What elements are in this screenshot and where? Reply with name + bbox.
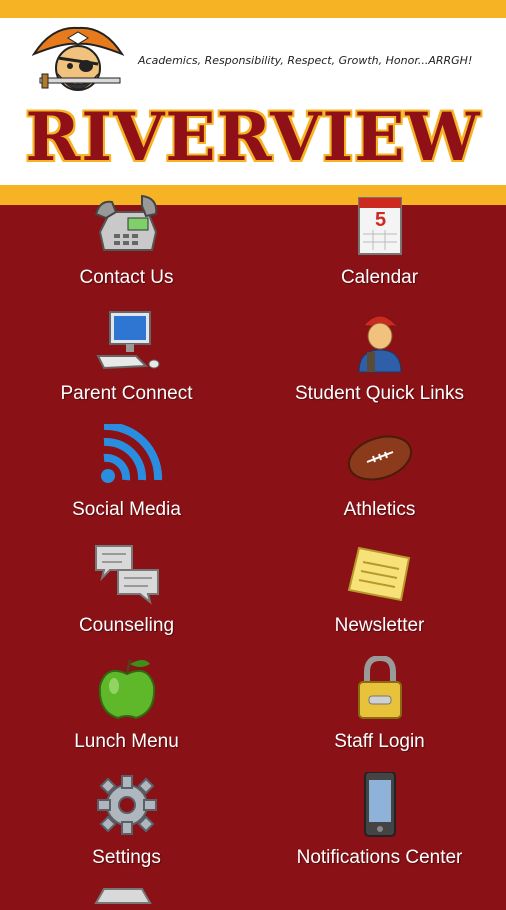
school-motto: Academics, Responsibility, Respect, Grow… <box>138 54 473 67</box>
apple-icon <box>92 656 162 722</box>
svg-text:5: 5 <box>375 209 386 231</box>
tile-label: Counseling <box>78 615 175 636</box>
student-icon <box>345 308 415 374</box>
header-banner: Academics, Responsibility, Respect, Grow… <box>0 18 506 205</box>
tile-parent-connect[interactable]: Parent Connect <box>0 306 253 422</box>
tile-lunch-menu[interactable]: Lunch Menu <box>0 654 253 770</box>
tile-counseling[interactable]: Counseling <box>0 538 253 654</box>
tile-label: Staff Login <box>334 731 425 752</box>
pirate-mascot-icon <box>31 24 125 100</box>
tile-settings[interactable]: Settings <box>0 770 253 886</box>
tile-notifications-center[interactable]: Notifications Center <box>253 770 506 886</box>
top-accent-bar <box>0 0 506 18</box>
school-name-title: RIVERVIEW <box>25 98 481 176</box>
telephone-icon <box>92 192 162 258</box>
tile-label: Calendar <box>340 267 419 288</box>
tile-athletics[interactable]: Athletics <box>253 422 506 538</box>
tile-label: Student Quick Links <box>295 383 464 404</box>
tile-label: Social Media <box>72 499 181 520</box>
gear-icon <box>92 772 162 838</box>
wifi-signal-icon <box>92 421 162 490</box>
partial-next-icon <box>88 885 158 905</box>
computer-icon <box>92 308 162 374</box>
tile-label: Newsletter <box>334 615 425 636</box>
football-icon <box>345 424 415 490</box>
tile-label: Contact Us <box>79 267 174 288</box>
tile-social-media[interactable]: Social Media <box>0 421 253 538</box>
calendar-icon: 5 <box>345 192 415 258</box>
tile-calendar[interactable]: 5 Calendar <box>253 190 506 306</box>
tile-student-quick-links[interactable]: Student Quick Links <box>253 306 506 422</box>
tile-label: Notifications Center <box>296 847 463 868</box>
tile-label: Athletics <box>343 499 416 520</box>
tile-staff-login[interactable]: Staff Login <box>253 654 506 770</box>
tile-contact-us[interactable]: Contact Us <box>0 190 253 306</box>
mobile-phone-icon <box>345 771 415 838</box>
tile-newsletter[interactable]: Newsletter <box>253 538 506 654</box>
tile-label: Parent Connect <box>60 383 193 404</box>
note-paper-icon <box>345 540 415 606</box>
chat-bubbles-icon <box>92 540 162 606</box>
tile-label: Lunch Menu <box>74 731 179 752</box>
padlock-icon <box>345 654 415 722</box>
tile-label: Settings <box>92 847 161 868</box>
